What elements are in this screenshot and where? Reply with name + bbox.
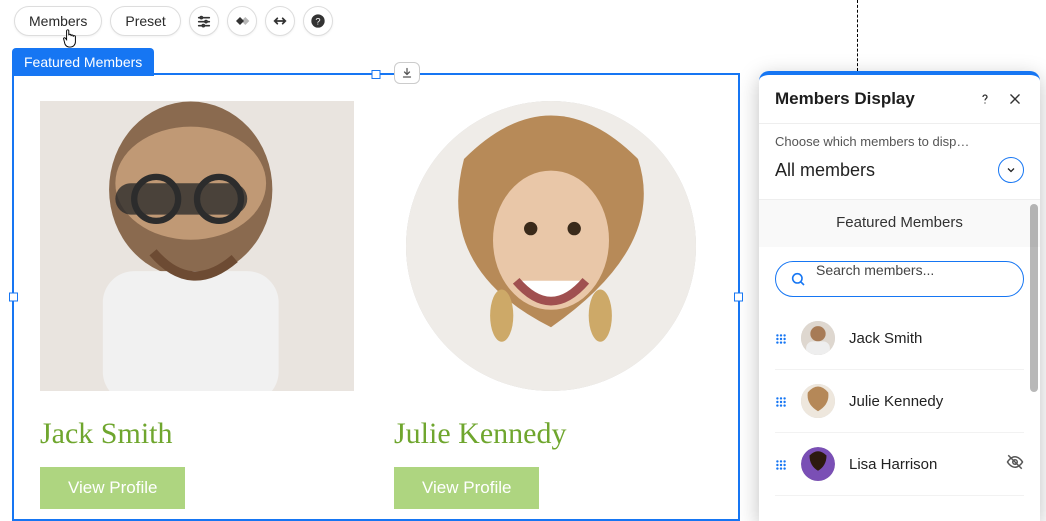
member-photo: [406, 101, 696, 391]
panel-filter-section: Choose which members to disp… All member…: [759, 124, 1040, 200]
panel-title: Members Display: [775, 89, 964, 109]
view-profile-button[interactable]: View Profile: [40, 467, 185, 509]
members-button[interactable]: Members: [14, 6, 102, 36]
filter-label: Choose which members to disp…: [775, 134, 1024, 149]
panel-help-icon[interactable]: [976, 90, 994, 108]
member-card: Julie Kennedy View Profile: [394, 101, 708, 509]
resize-handle-left[interactable]: [9, 293, 18, 302]
animation-icon[interactable]: [227, 6, 257, 36]
drag-handle-icon[interactable]: [775, 395, 787, 407]
member-name: Julie Kennedy: [394, 417, 708, 451]
hidden-icon[interactable]: [1006, 453, 1024, 476]
selected-element-frame[interactable]: Jack Smith View Profile: [12, 73, 740, 521]
panel-header: Members Display: [759, 75, 1040, 124]
search-input[interactable]: Search members...: [775, 261, 1024, 297]
chevron-down-icon[interactable]: [998, 157, 1024, 183]
panel-body: Featured Members Search members... Jack …: [759, 200, 1040, 521]
member-name: Lisa Harrison: [849, 456, 992, 473]
member-photo: [40, 101, 354, 391]
stretch-icon[interactable]: [265, 6, 295, 36]
scrollbar-thumb[interactable]: [1030, 204, 1038, 392]
search-placeholder: Search members...: [816, 262, 1009, 296]
resize-handle-right[interactable]: [734, 293, 743, 302]
member-name: Jack Smith: [40, 417, 354, 451]
member-name: Jack Smith: [849, 330, 1024, 347]
close-icon[interactable]: [1006, 90, 1024, 108]
list-item[interactable]: Jack Smith: [775, 307, 1024, 370]
help-icon[interactable]: ?: [303, 6, 333, 36]
filter-dropdown-value: All members: [775, 160, 875, 181]
member-card: Jack Smith View Profile: [40, 101, 354, 509]
cursor-pointer-icon: [62, 28, 80, 50]
scrollbar[interactable]: [1030, 204, 1038, 517]
list-item[interactable]: Lisa Harrison: [775, 433, 1024, 496]
member-cards: Jack Smith View Profile: [40, 101, 708, 509]
preset-button[interactable]: Preset: [110, 6, 180, 36]
panel-list: Search members... Jack Smith: [759, 247, 1040, 496]
avatar: [801, 321, 835, 355]
view-profile-button[interactable]: View Profile: [394, 467, 539, 509]
resize-handle-top[interactable]: [372, 70, 381, 79]
avatar: [801, 384, 835, 418]
drag-handle-icon[interactable]: [775, 332, 787, 344]
list-item[interactable]: Julie Kennedy: [775, 370, 1024, 433]
svg-text:?: ?: [315, 16, 320, 26]
download-icon[interactable]: [394, 62, 420, 84]
featured-members-heading: Featured Members: [759, 200, 1040, 247]
member-name: Julie Kennedy: [849, 393, 1024, 410]
guide-line: [857, 0, 858, 71]
filter-dropdown[interactable]: All members: [775, 157, 1024, 183]
drag-handle-icon[interactable]: [775, 458, 787, 470]
members-display-panel: Members Display Choose which members to …: [759, 71, 1040, 521]
selection-tag[interactable]: Featured Members: [12, 48, 154, 76]
settings-icon[interactable]: [189, 6, 219, 36]
avatar: [801, 447, 835, 481]
search-icon: [790, 271, 806, 287]
